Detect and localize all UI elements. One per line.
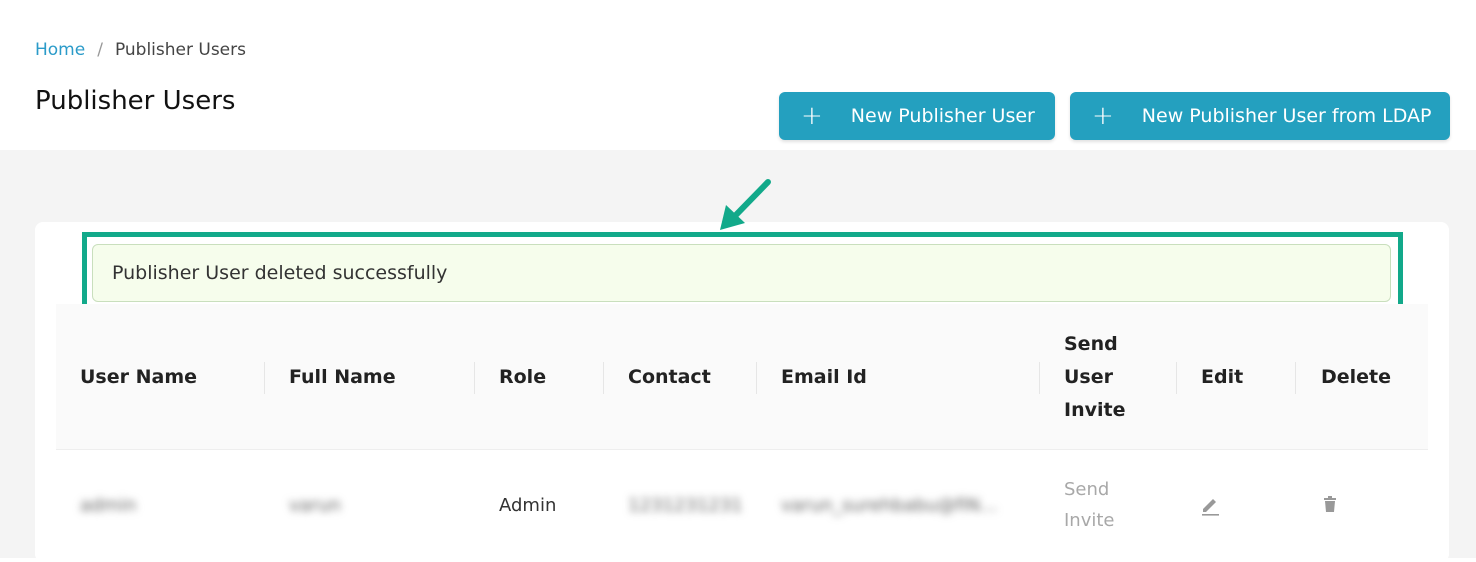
- header-edit: Edit: [1201, 365, 1244, 388]
- breadcrumb-home-link[interactable]: Home: [35, 40, 85, 60]
- column-divider: [756, 362, 757, 394]
- header-full-name[interactable]: Full Name: [289, 304, 396, 450]
- table-body: admin varun Admin 1231231231 varun_sureh…: [56, 450, 1428, 560]
- cell-email: varun_surehbabu@fiN...: [781, 494, 998, 516]
- breadcrumb: Home / Publisher Users: [35, 40, 246, 60]
- annotation-highlight-box: [82, 232, 1403, 312]
- pencil-icon: [1202, 499, 1219, 516]
- cell-role: Admin: [499, 494, 557, 516]
- column-divider: [1039, 362, 1040, 394]
- new-publisher-user-ldap-button[interactable]: + New Publisher User from LDAP: [1070, 92, 1450, 140]
- column-divider: [1176, 362, 1177, 394]
- column-divider: [264, 362, 265, 394]
- new-publisher-user-ldap-label: New Publisher User from LDAP: [1141, 105, 1432, 127]
- column-divider: [474, 362, 475, 394]
- breadcrumb-separator: /: [97, 40, 103, 60]
- header-send-user-invite: Send User Invite: [1064, 332, 1126, 421]
- page-title: Publisher Users: [35, 86, 236, 116]
- delete-button[interactable]: [1321, 450, 1339, 560]
- page-header: Home / Publisher Users Publisher Users +…: [0, 0, 1476, 150]
- send-invite-link[interactable]: Send Invite: [1064, 450, 1134, 560]
- header-email[interactable]: Email Id: [781, 304, 867, 450]
- cell-contact: 1231231231: [628, 494, 743, 516]
- new-publisher-user-button[interactable]: + New Publisher User: [779, 92, 1055, 140]
- trash-icon: [1324, 496, 1336, 512]
- header-user-name[interactable]: User Name: [80, 304, 197, 450]
- header-contact[interactable]: Contact: [628, 304, 711, 450]
- header-role[interactable]: Role: [499, 304, 546, 450]
- plus-icon: +: [1092, 101, 1114, 131]
- breadcrumb-current: Publisher Users: [114, 40, 246, 60]
- publisher-users-table: User Name Full Name Role Contact Email I…: [56, 304, 1428, 560]
- column-divider: [1295, 362, 1296, 394]
- table-header: User Name Full Name Role Contact Email I…: [56, 304, 1428, 450]
- annotation-arrow-icon: [720, 179, 771, 230]
- edit-button[interactable]: [1199, 450, 1221, 560]
- cell-full-name: varun: [289, 494, 341, 516]
- header-delete: Delete: [1321, 365, 1392, 388]
- column-divider: [603, 362, 604, 394]
- cell-user-name: admin: [80, 494, 137, 516]
- new-publisher-user-label: New Publisher User: [850, 105, 1035, 127]
- plus-icon: +: [801, 101, 823, 131]
